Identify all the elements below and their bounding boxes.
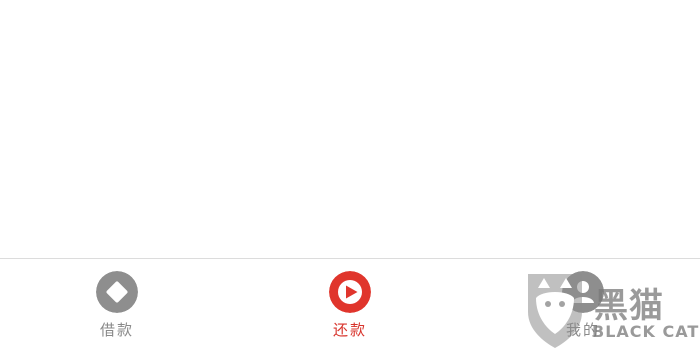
tab-mine[interactable]: 我的: [523, 259, 643, 350]
tab-borrow-label: 借款: [99, 321, 134, 339]
person-icon: [562, 271, 604, 313]
main-content: [0, 0, 700, 258]
tab-repay-label: 还款: [332, 321, 367, 339]
app-screen: 借款 还款 我的 黑猫 BLACK CAT: [0, 0, 700, 350]
tab-mine-label: 我的: [565, 321, 600, 339]
bottom-tab-bar: 借款 还款 我的: [0, 258, 700, 350]
play-circle-icon: [329, 271, 371, 313]
tab-repay[interactable]: 还款: [290, 259, 410, 350]
diamond-circle-icon: [96, 271, 138, 313]
tab-borrow[interactable]: 借款: [57, 259, 177, 350]
